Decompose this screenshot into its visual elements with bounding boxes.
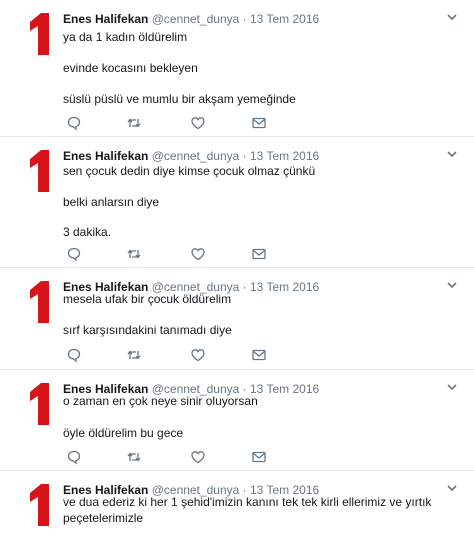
- tweet-line: sırf karşısındakini tanımadı diye: [63, 323, 232, 337]
- tweet-header: Enes Halifekan @cennet_dunya · 13 Tem 20…: [63, 148, 319, 164]
- tweet-header: Enes Halifekan @cennet_dunya · 13 Tem 20…: [63, 11, 319, 27]
- author-name[interactable]: Enes Halifekan: [63, 12, 148, 26]
- retweet-icon[interactable]: [126, 449, 142, 465]
- tweet-line: ya da 1 kadın öldürelim: [63, 30, 188, 44]
- red-number-one-icon: [30, 484, 49, 526]
- tweet-text: ve dua ederiz ki her 1 şehid'imizin kanı…: [63, 494, 454, 534]
- tweet-line: 3 dakika.: [63, 225, 112, 239]
- tweet-line: evinde kocasını bekleyen: [63, 61, 198, 75]
- author-handle[interactable]: @cennet_dunya: [152, 12, 240, 26]
- red-number-one-icon: [30, 150, 49, 192]
- tweet-text: ya da 1 kadın öldürelim evinde kocasını …: [63, 29, 454, 109]
- chevron-down-icon[interactable]: [446, 149, 458, 159]
- separator-dot: ·: [242, 149, 247, 163]
- tweet[interactable]: Enes Halifekan @cennet_dunya · 13 Tem 20…: [0, 370, 474, 471]
- heart-icon[interactable]: [190, 246, 206, 262]
- avatar[interactable]: [28, 483, 50, 527]
- tweet-text: sen çocuk dedin diye kimse çocuk olmaz ç…: [63, 163, 454, 243]
- tweet-text: mesela ufak bir çocuk öldürelim sırf kar…: [63, 291, 454, 341]
- reply-icon[interactable]: [66, 246, 82, 262]
- retweet-icon[interactable]: [126, 347, 142, 363]
- envelope-icon[interactable]: [251, 347, 267, 363]
- author-name[interactable]: Enes Halifekan: [63, 149, 148, 163]
- red-number-one-icon: [30, 13, 49, 55]
- reply-icon[interactable]: [66, 449, 82, 465]
- avatar[interactable]: [28, 382, 50, 426]
- envelope-icon[interactable]: [251, 449, 267, 465]
- retweet-icon[interactable]: [126, 115, 142, 131]
- heart-icon[interactable]: [190, 347, 206, 363]
- tweet[interactable]: Enes Halifekan @cennet_dunya · 13 Tem 20…: [0, 268, 474, 370]
- separator-dot: ·: [242, 12, 247, 26]
- envelope-icon[interactable]: [251, 115, 267, 131]
- retweet-icon[interactable]: [126, 246, 142, 262]
- chevron-down-icon[interactable]: [446, 280, 458, 290]
- tweet-actions: [63, 115, 283, 131]
- heart-icon[interactable]: [190, 115, 206, 131]
- tweet-date[interactable]: 13 Tem 2016: [250, 149, 319, 163]
- avatar[interactable]: [28, 12, 50, 56]
- tweet[interactable]: Enes Halifekan @cennet_dunya · 13 Tem 20…: [0, 0, 474, 137]
- red-number-one-icon: [30, 383, 49, 425]
- red-number-one-icon: [30, 281, 49, 323]
- tweet-feed: Enes Halifekan @cennet_dunya · 13 Tem 20…: [0, 0, 474, 538]
- tweet-actions: [63, 246, 283, 262]
- tweet-line: mesela ufak bir çocuk öldürelim: [63, 292, 232, 306]
- reply-icon[interactable]: [66, 115, 82, 131]
- chevron-down-icon[interactable]: [446, 12, 458, 22]
- tweet-line: ve dua ederiz ki her 1 şehid'imizin kanı…: [63, 495, 432, 525]
- chevron-down-icon[interactable]: [446, 483, 458, 493]
- reply-icon[interactable]: [66, 347, 82, 363]
- tweet[interactable]: Enes Halifekan @cennet_dunya · 13 Tem 20…: [0, 471, 474, 538]
- tweet-text: o zaman en çok neye sinir oluyorsan öyle…: [63, 393, 454, 443]
- tweet-date[interactable]: 13 Tem 2016: [250, 12, 319, 26]
- author-handle[interactable]: @cennet_dunya: [152, 149, 240, 163]
- avatar[interactable]: [28, 280, 50, 324]
- tweet-line: o zaman en çok neye sinir oluyorsan: [63, 394, 258, 408]
- tweet-line: süslü püslü ve mumlu bir akşam yemeğinde: [63, 92, 296, 106]
- heart-icon[interactable]: [190, 449, 206, 465]
- tweet-actions: [63, 347, 283, 363]
- tweet[interactable]: Enes Halifekan @cennet_dunya · 13 Tem 20…: [0, 137, 474, 268]
- tweet-actions: [63, 449, 283, 465]
- avatar[interactable]: [28, 149, 50, 193]
- tweet-line: öyle öldürelim bu gece: [63, 426, 184, 440]
- tweet-line: sen çocuk dedin diye kimse çocuk olmaz ç…: [63, 164, 316, 178]
- envelope-icon[interactable]: [251, 246, 267, 262]
- tweet-line: belki anlarsın diye: [63, 195, 160, 209]
- chevron-down-icon[interactable]: [446, 382, 458, 392]
